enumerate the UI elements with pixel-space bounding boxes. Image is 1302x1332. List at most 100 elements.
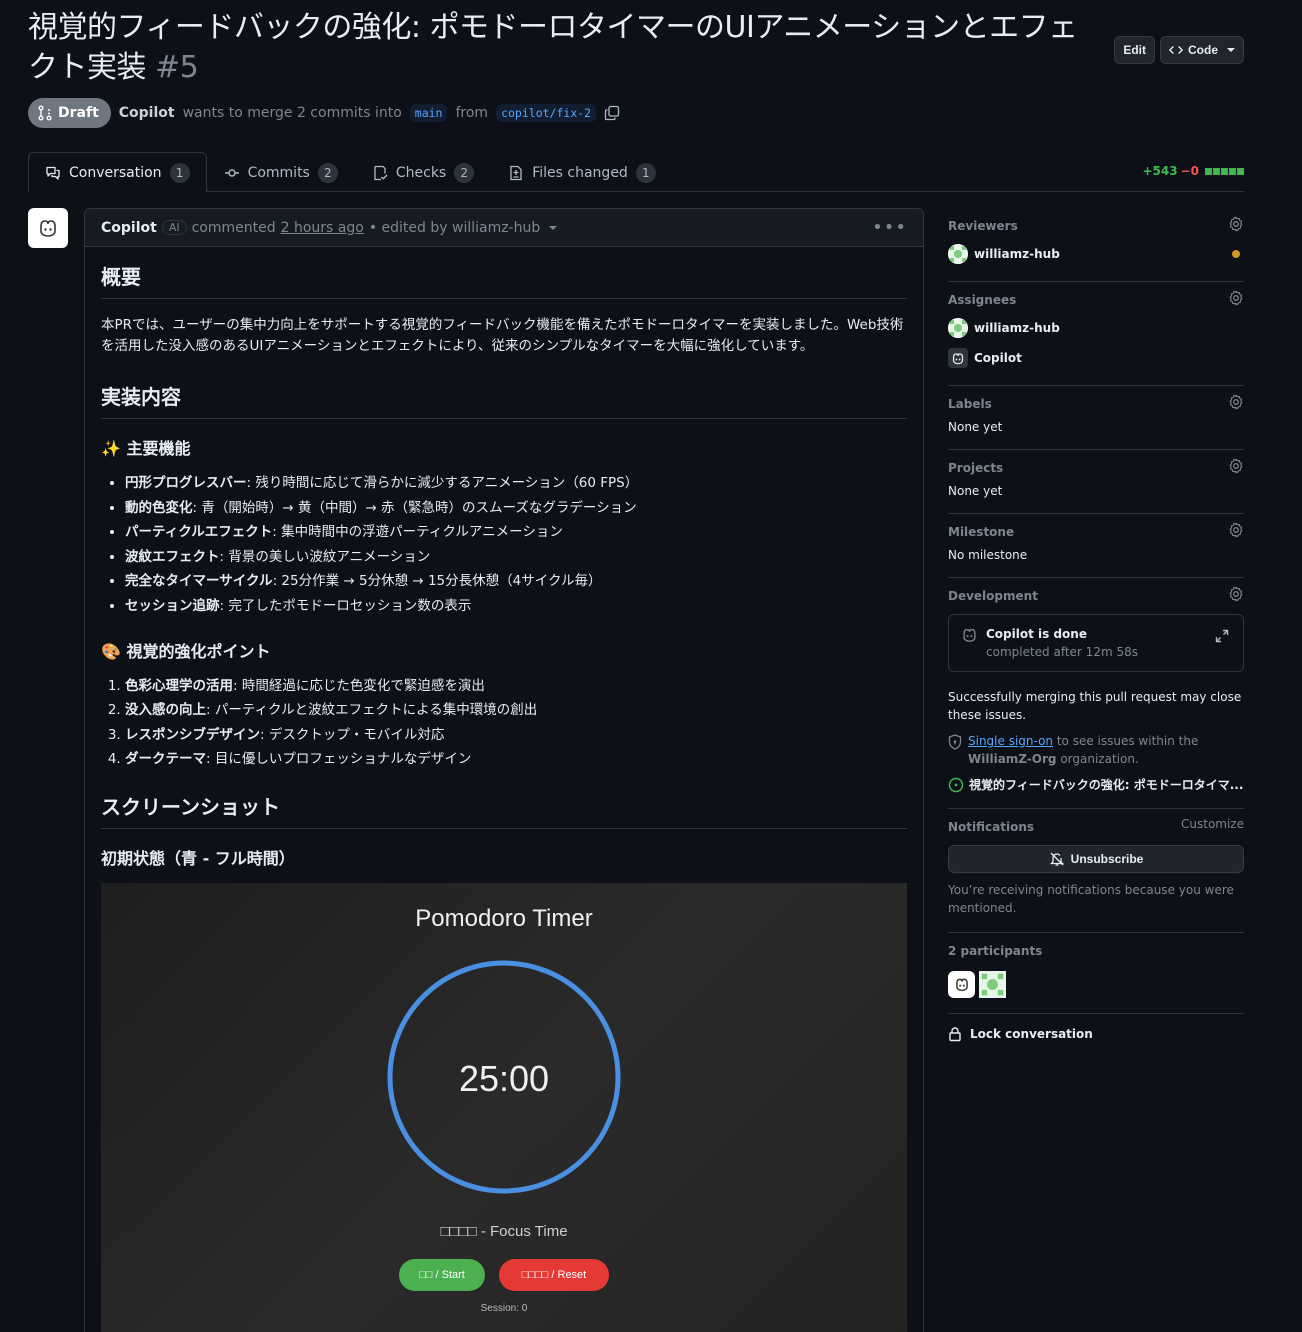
edit-history-caret-icon[interactable] — [549, 225, 558, 230]
sidebar-notifications: Notifications Customize Unsubscribe You’… — [948, 809, 1244, 933]
copilot-session-card[interactable]: Copilot is done completed after 12m 58s — [948, 614, 1244, 672]
head-branch[interactable]: copilot/fix-2 — [496, 104, 597, 122]
base-branch[interactable]: main — [409, 104, 448, 122]
unsubscribe-label: Unsubscribe — [1070, 852, 1144, 866]
timer-time: 25:00 — [458, 1058, 550, 1099]
sidebar-reviewers: Reviewers williamz-hub — [948, 216, 1244, 282]
pr-tabs: Conversation 1 Commits 2 Checks 2 Files … — [28, 152, 1244, 192]
pr-title: 視覚的フィードバックの強化: ポモドーロタイマーのUIアニメーションとエフェクト… — [28, 8, 1088, 88]
from-text: from — [455, 105, 489, 121]
edited-by[interactable]: • edited by williamz-hub — [369, 220, 540, 236]
list-item: 波紋エフェクト: 背景の美しい波紋アニメーション — [125, 547, 907, 567]
copilot-session-sub: completed after 12m 58s — [986, 645, 1138, 659]
features-list: 円形プログレスバー: 残り時間に応じて滑らかに減少するアニメーション（60 FP… — [101, 473, 907, 616]
copilot-icon — [963, 628, 976, 642]
sidebar-assignees: Assignees williamz-hub Copilot — [948, 282, 1244, 386]
linked-issue-title: 視覚的フィードバックの強化: ポモドーロタイマ... — [969, 778, 1244, 792]
participant-williamz-avatar[interactable] — [979, 971, 1006, 998]
gear-icon[interactable] — [1228, 586, 1244, 602]
ai-badge: AI — [161, 220, 187, 235]
gear-icon[interactable] — [1228, 522, 1244, 538]
pending-review-dot-icon — [1232, 250, 1240, 258]
sidebar-development: Development Copilot is done completed af… — [948, 578, 1244, 809]
identicon-avatar — [948, 318, 968, 338]
assignee-item[interactable]: williamz-hub — [948, 316, 1244, 340]
heading-overview: 概要 — [101, 261, 907, 299]
sidebar-participants: 2 participants — [948, 933, 1244, 1014]
copy-icon[interactable] — [604, 105, 620, 121]
gear-icon[interactable] — [1228, 394, 1244, 410]
bell-slash-icon — [1049, 852, 1064, 866]
assignee-item[interactable]: Copilot — [948, 346, 1244, 370]
code-button-label: Code — [1188, 43, 1218, 57]
heading-initial-state: 初期状態（青 - フル時間） — [101, 849, 295, 868]
diffstat-additions: +543 — [1142, 164, 1178, 178]
milestone-heading[interactable]: Milestone — [948, 522, 1244, 542]
gear-icon[interactable] — [1228, 290, 1244, 306]
participant-copilot-avatar[interactable] — [948, 971, 975, 998]
tab-commits[interactable]: Commits 2 — [207, 152, 355, 192]
sidebar: Reviewers williamz-hub Assignees william… — [948, 216, 1244, 1057]
list-item: パーティクルエフェクト: 集中時間中の浮遊パーティクルアニメーション — [125, 522, 907, 542]
list-item: 動的色変化: 青（開始時）→ 黄（中間）→ 赤（緊急時）のスムーズなグラデーショ… — [125, 498, 907, 518]
edit-button[interactable]: Edit — [1114, 36, 1155, 64]
list-item: 完全なタイマーサイクル: 25分作業 → 5分休憩 → 15分長休憩（4サイクル… — [125, 571, 907, 591]
copilot-avatar[interactable] — [28, 208, 68, 248]
list-item: レスポンシブデザイン: デスクトップ・モバイル対応 — [125, 725, 907, 745]
list-item: 没入感の向上: パーティクルと波紋エフェクトによる集中環境の創出 — [125, 700, 907, 720]
tab-conversation[interactable]: Conversation 1 — [28, 152, 207, 192]
reviewers-heading[interactable]: Reviewers — [948, 216, 1244, 236]
merge-text: wants to merge 2 commits into — [182, 105, 402, 121]
issue-opened-icon — [948, 777, 964, 792]
reviewer-name: williamz-hub — [974, 247, 1060, 261]
heading-implementation: 実装内容 — [101, 381, 907, 419]
copilot-session-title: Copilot is done — [986, 627, 1087, 641]
reviewer-item[interactable]: williamz-hub — [948, 242, 1244, 266]
draft-label: Draft — [58, 105, 99, 121]
sidebar-milestone: Milestone No milestone — [948, 514, 1244, 578]
assignees-heading[interactable]: Assignees — [948, 290, 1244, 310]
labels-value: None yet — [948, 420, 1003, 434]
diffstat-blocks — [1205, 167, 1244, 175]
code-button[interactable]: Code — [1160, 36, 1244, 64]
development-heading[interactable]: Development — [948, 586, 1244, 606]
comment-timestamp[interactable]: 2 hours ago — [281, 220, 364, 236]
linked-issue[interactable]: 視覚的フィードバックの強化: ポモドーロタイマ... — [948, 776, 1244, 793]
gear-icon[interactable] — [1228, 216, 1244, 232]
author-link[interactable]: Copilot — [119, 105, 175, 121]
customize-link[interactable]: Customize — [1181, 817, 1244, 837]
lock-conversation-button[interactable]: Lock conversation — [948, 1026, 1244, 1042]
single-sign-on-link[interactable]: Single sign-on — [968, 734, 1053, 748]
commit-icon — [224, 168, 239, 177]
expand-icon[interactable] — [1215, 629, 1229, 643]
labels-heading[interactable]: Labels — [948, 394, 1244, 414]
projects-heading[interactable]: Projects — [948, 458, 1244, 478]
assignee-name: Copilot — [974, 351, 1022, 365]
org-suffix: organization. — [1060, 752, 1139, 766]
tab-files-changed[interactable]: Files changed 1 — [491, 152, 673, 192]
pr-meta: Draft Copilot wants to merge 2 commits i… — [28, 98, 620, 128]
kebab-menu-icon[interactable]: ••• — [872, 217, 907, 238]
visual-points-list: 色彩心理学の活用: 時間経過に応じた色変化で緊迫感を演出 没入感の向上: パーテ… — [101, 676, 907, 770]
identicon-avatar — [948, 244, 968, 264]
lock-conversation-label: Lock conversation — [970, 1027, 1093, 1041]
git-pull-request-draft-icon — [38, 105, 52, 121]
tab-count: 2 — [317, 162, 338, 183]
sso-text: to see issues within the — [1056, 734, 1199, 748]
list-item: セッション追跡: 完了したポモドーロセッション数の表示 — [125, 596, 907, 616]
unsubscribe-button[interactable]: Unsubscribe — [948, 845, 1244, 873]
comment-author[interactable]: Copilot — [101, 220, 157, 236]
file-diff-icon — [510, 165, 522, 180]
draft-badge: Draft — [28, 98, 111, 128]
notifications-heading: Notifications — [948, 820, 1035, 834]
diffstat-deletions: −0 — [1180, 164, 1199, 178]
timer-screenshot[interactable]: Pomodoro Timer 25:00 □□□□ - Focus Time □… — [101, 883, 907, 1332]
tab-label: Checks — [395, 164, 447, 181]
timer-session: Session: 0 — [480, 1303, 528, 1314]
gear-icon[interactable] — [1228, 458, 1244, 474]
comment-body: 概要 本PRでは、ユーザーの集中力向上をサポートする視覚的フィードバック機能を備… — [85, 247, 923, 1332]
pr-header: 視覚的フィードバックの強化: ポモドーロタイマーのUIアニメーションとエフェクト… — [28, 8, 1244, 88]
heading-screenshots: スクリーンショット — [101, 791, 907, 829]
sidebar-lock: Lock conversation — [948, 1014, 1244, 1057]
tab-checks[interactable]: Checks 2 — [355, 152, 491, 192]
